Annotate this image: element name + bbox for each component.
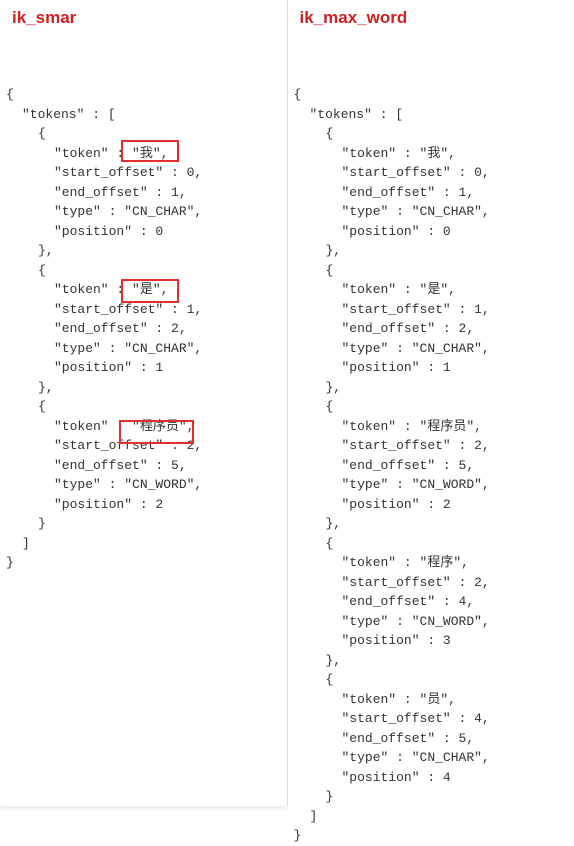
code-line: "type" : "CN_WORD", — [294, 475, 569, 495]
left-code: {"tokens" : [{"token" : "我","start_offse… — [0, 46, 287, 573]
code-line: "position" : 0 — [294, 222, 569, 242]
left-title: ik_smar — [0, 0, 287, 46]
code-line: } — [6, 514, 281, 534]
code-line: "end_offset" : 5, — [294, 456, 569, 476]
code-line: "start_offset" : 4, — [294, 709, 569, 729]
code-line: "position" : 1 — [6, 358, 281, 378]
code-line: "token" : "程序员", — [6, 417, 281, 437]
code-line: "start_offset" : 2, — [294, 436, 569, 456]
code-line: "end_offset" : 5, — [6, 456, 281, 476]
code-line: }, — [6, 241, 281, 261]
code-line: } — [294, 787, 569, 807]
code-line: "position" : 2 — [6, 495, 281, 515]
code-line: "start_offset" : 0, — [6, 163, 281, 183]
right-code: {"tokens" : [{"token" : "我","start_offse… — [288, 46, 574, 846]
code-line: }, — [294, 514, 569, 534]
code-line: "token" : "员", — [294, 690, 569, 710]
code-line: "token" : "程序", — [294, 553, 569, 573]
code-line: }, — [294, 378, 569, 398]
code-line: "end_offset" : 2, — [6, 319, 281, 339]
code-line: "type" : "CN_CHAR", — [6, 339, 281, 359]
code-line: "position" : 2 — [294, 495, 569, 515]
code-line: "end_offset" : 2, — [294, 319, 569, 339]
code-line: { — [6, 124, 281, 144]
code-line: { — [6, 397, 281, 417]
code-line: "token" : "是", — [294, 280, 569, 300]
code-line: "start_offset" : 2, — [6, 436, 281, 456]
code-line: "position" : 1 — [294, 358, 569, 378]
code-line: "token" : "我", — [6, 144, 281, 164]
code-line: "tokens" : [ — [6, 105, 281, 125]
code-line: "start_offset" : 1, — [294, 300, 569, 320]
code-line: "type" : "CN_WORD", — [6, 475, 281, 495]
code-line: ] — [294, 807, 569, 827]
code-line: "tokens" : [ — [294, 105, 569, 125]
code-line: { — [294, 85, 569, 105]
code-line: "end_offset" : 5, — [294, 729, 569, 749]
code-line: "start_offset" : 1, — [6, 300, 281, 320]
code-line: "token" : "程序员", — [294, 417, 569, 437]
code-line: { — [294, 261, 569, 281]
code-line: { — [294, 670, 569, 690]
code-line: "type" : "CN_CHAR", — [6, 202, 281, 222]
code-line: ] — [6, 534, 281, 554]
code-line: "token" : "我", — [294, 144, 569, 164]
code-line: "type" : "CN_CHAR", — [294, 748, 569, 768]
code-line: { — [6, 261, 281, 281]
code-line: { — [294, 124, 569, 144]
code-line: "end_offset" : 1, — [294, 183, 569, 203]
code-line: "type" : "CN_CHAR", — [294, 202, 569, 222]
code-line: } — [6, 553, 281, 573]
code-line: "position" : 0 — [6, 222, 281, 242]
code-line: }, — [6, 378, 281, 398]
code-line: "token" : "是", — [6, 280, 281, 300]
code-line: }, — [294, 241, 569, 261]
code-line: }, — [294, 651, 569, 671]
right-panel: ik_max_word {"tokens" : [{"token" : "我",… — [288, 0, 574, 806]
code-line: "type" : "CN_CHAR", — [294, 339, 569, 359]
code-line: "position" : 4 — [294, 768, 569, 788]
code-line: { — [294, 534, 569, 554]
code-line: } — [294, 826, 569, 846]
code-line: { — [294, 397, 569, 417]
code-line: "start_offset" : 0, — [294, 163, 569, 183]
code-line: "end_offset" : 1, — [6, 183, 281, 203]
code-line: { — [6, 85, 281, 105]
code-line: "start_offset" : 2, — [294, 573, 569, 593]
left-panel: ik_smar {"tokens" : [{"token" : "我","sta… — [0, 0, 288, 806]
code-line: "position" : 3 — [294, 631, 569, 651]
right-title: ik_max_word — [288, 0, 574, 46]
code-line: "end_offset" : 4, — [294, 592, 569, 612]
code-line: "type" : "CN_WORD", — [294, 612, 569, 632]
